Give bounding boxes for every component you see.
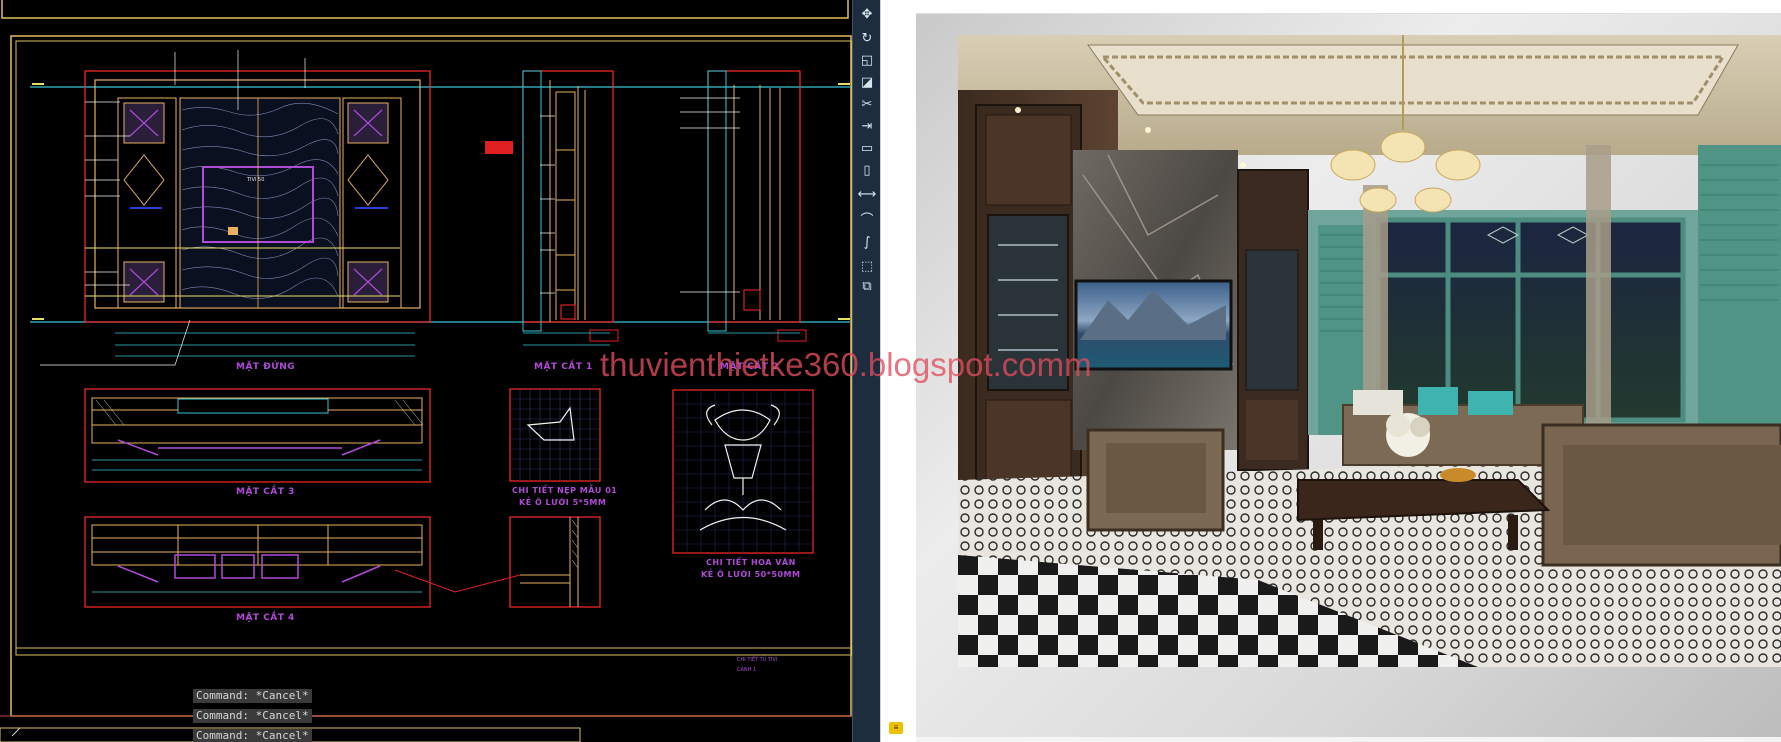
label-molding-detail-2: KẺ Ô LƯỚI 5*5MM	[519, 498, 607, 507]
viewer-top-bar	[916, 0, 1781, 14]
break-icon[interactable]: ▭	[857, 138, 877, 158]
label-pattern-detail-1: CHI TIẾT HOA VĂN	[706, 558, 796, 567]
footer-note-1: CHI TIẾT TỦ TIVI	[737, 657, 778, 663]
blend-icon[interactable]: ∫	[857, 232, 877, 252]
command-history-line: Command: *Cancel*	[193, 729, 312, 742]
command-history-line: Command: *Cancel*	[193, 709, 312, 723]
section-3-drawing	[84, 388, 431, 483]
detail-zoom-box	[509, 516, 601, 608]
section-4-drawing	[84, 516, 521, 608]
section-1-drawing	[485, 70, 619, 346]
pattern-detail-drawing	[672, 389, 814, 554]
chamfer-icon[interactable]: ⟷	[857, 184, 877, 204]
fillet-icon[interactable]: ⌒	[857, 208, 877, 228]
label-pattern-detail-2: KẺ Ô LƯỚI 50*50MM	[701, 570, 801, 579]
top-frame	[1, 0, 849, 19]
label-section-3: MẶT CẮT 3	[236, 487, 295, 497]
command-history-line: Command: *Cancel*	[193, 689, 312, 703]
join-icon[interactable]: ▯	[857, 160, 877, 180]
label-molding-detail-1: CHI TIẾT NẸP MẪU 01	[512, 486, 618, 495]
extend-icon[interactable]: ⇥	[857, 116, 877, 136]
move-icon[interactable]: ✥	[857, 4, 877, 24]
rotate-icon[interactable]: ↻	[857, 28, 877, 48]
label-section-1: MẶT CẮT 1	[534, 362, 593, 372]
array-icon[interactable]: ⧉	[857, 276, 877, 296]
footer-note-2: CẢNH 1	[737, 667, 757, 673]
trim-icon[interactable]: ✂	[857, 94, 877, 114]
scale-icon[interactable]: ◱	[857, 50, 877, 70]
label-front-elevation: MẶT ĐỨNG	[236, 362, 296, 372]
stretch-icon[interactable]: ◪	[857, 72, 877, 92]
watermark-text: thuvienthietke360.blogspot.comm	[600, 346, 1092, 383]
label-tv: TIVI 50	[247, 177, 265, 183]
array-icon[interactable]: ⬚	[857, 256, 877, 276]
molding-detail-drawing	[509, 388, 601, 482]
front-elevation-drawing	[40, 50, 431, 366]
label-section-4: MẶT CẮT 4	[236, 613, 295, 623]
section-2-drawing	[680, 70, 807, 342]
comment-icon[interactable]: ≡	[889, 722, 903, 734]
